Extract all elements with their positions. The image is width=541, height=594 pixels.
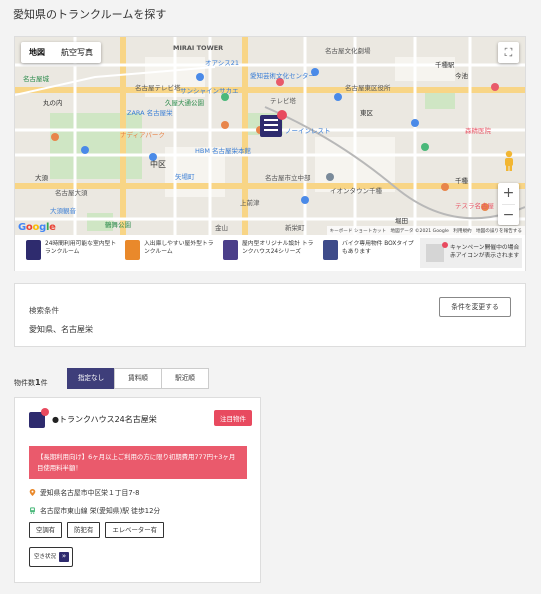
map-label: 名古屋テレビ塔 xyxy=(135,84,181,92)
listing-address: 愛知県名古屋市中区栄１丁目7-8 xyxy=(29,487,139,497)
trunkhouse-logo-icon xyxy=(29,408,49,428)
listing-station-text: 名古屋市東山線 栄(愛知県)駅 徒歩12分 xyxy=(40,507,161,515)
legend-item: 24時間利用可能な室内型トランクルーム xyxy=(26,240,119,260)
report-error-link[interactable]: 地図の誤りを報告する xyxy=(476,229,522,234)
map-label: 大須観音 xyxy=(50,207,76,215)
legend-campaign: キャンペーン開催中の場合 赤アイコンが表示されます xyxy=(420,238,522,268)
map-label: 名古屋東区役所 xyxy=(345,84,391,92)
map-label: ZARA 名古屋栄 xyxy=(127,109,173,117)
google-logo: Google xyxy=(18,222,56,233)
featured-badge: 注目物件 xyxy=(214,410,252,426)
legend-campaign-label: キャンペーン開催中の場合 赤アイコンが表示されます xyxy=(450,245,520,259)
map-label: 新栄町 xyxy=(285,224,305,232)
map-label: 森精医院 xyxy=(465,127,491,135)
map-label: 愛知芸術文化センター xyxy=(250,72,315,80)
sort-station-tab[interactable]: 駅近順 xyxy=(161,368,209,389)
change-conditions-button[interactable]: 条件を変更する xyxy=(439,297,511,317)
map-data-credit: 地図データ ©2021 Google xyxy=(390,229,449,234)
map-label: オアシス21 xyxy=(205,59,240,67)
map-label: 堀田 xyxy=(395,217,408,225)
listing-card[interactable]: ●トランクハウス24名古屋栄 注目物件 【長期利用向け】6ヶ月以上ご利用の方に限… xyxy=(14,397,261,583)
map-view[interactable]: MIRAI TOWER オアシス21 愛知芸術文化センター 名古屋文化劇場 名古… xyxy=(15,37,525,235)
fullscreen-button[interactable]: ⛶ xyxy=(498,42,519,63)
map-label: 鶴舞公園 xyxy=(105,221,131,229)
search-conditions-label: 検索条件 xyxy=(29,306,59,315)
search-conditions-card: 検索条件 愛知県、名古屋栄 条件を変更する xyxy=(14,283,526,347)
terms-link[interactable]: 利用規約 xyxy=(453,229,471,234)
page: 愛知県のトランクルームを探す MIRAI TOWER オアシス21 愛知芸術文化… xyxy=(0,0,541,594)
map-label: 上前津 xyxy=(240,199,260,207)
feature-tag: エレベーター有 xyxy=(105,522,165,538)
train-icon xyxy=(30,506,35,514)
map-label: ノーインレスト xyxy=(285,127,331,135)
vacancy-label: 空き状況 xyxy=(34,554,57,560)
map-label: 名古屋城 xyxy=(23,75,49,83)
feature-tag: 防犯有 xyxy=(67,522,101,538)
trunkhouse24-icon xyxy=(223,240,238,260)
map-label: 名古屋文化劇場 xyxy=(325,47,371,55)
map-label: HBM 名古屋栄本館 xyxy=(195,147,252,155)
legend-label: 屋内型オリジナル設計 トランクハウス24シリーズ xyxy=(242,241,314,255)
map-label: テレビ塔 xyxy=(270,97,296,105)
legend-label: 24時間利用可能な室内型トランクルーム xyxy=(45,241,117,255)
legend-item: 屋内型オリジナル設計 トランクハウス24シリーズ xyxy=(223,240,316,260)
keyboard-shortcuts-link[interactable]: キーボード ショートカット xyxy=(330,229,387,234)
sort-rent-tab[interactable]: 賃料順 xyxy=(114,368,162,389)
map-label: 千種駅 xyxy=(435,61,455,69)
listing-name[interactable]: ●トランクハウス24名古屋栄 xyxy=(52,414,157,425)
legend-item: 入出庫しやすい屋外型トランクルーム xyxy=(125,240,218,260)
chevron-down-icon: » xyxy=(59,552,69,562)
map-type-roadmap-button[interactable]: 地図 xyxy=(21,42,53,63)
map-attribution: キーボード ショートカット 地図データ ©2021 Google 利用規約 地図… xyxy=(326,226,525,235)
map-label: 矢場町 xyxy=(175,173,195,181)
feature-tag: 空調有 xyxy=(29,522,63,538)
search-conditions-value: 愛知県、名古屋栄 xyxy=(29,325,93,334)
page-title: 愛知県のトランクルームを探す xyxy=(13,8,167,21)
map-label: テスラ名古屋 xyxy=(455,202,494,210)
legend-label: 入出庫しやすい屋外型トランクルーム xyxy=(144,241,214,255)
result-count-prefix: 物件数 xyxy=(14,379,35,387)
map-label: 名古屋市立中部 xyxy=(265,174,311,182)
map-label: 丸の内 xyxy=(43,99,63,107)
location-pin-icon xyxy=(29,488,36,496)
map-label: 中区 xyxy=(150,160,166,169)
zoom-in-button[interactable]: + xyxy=(498,183,519,204)
result-count: 物件数1件 xyxy=(14,378,48,388)
bike-storage-icon xyxy=(323,240,338,260)
map-label: 金山 xyxy=(215,224,228,232)
map-label: イオンタウン千種 xyxy=(330,187,382,195)
pegman-icon[interactable] xyxy=(502,150,516,172)
map-card: MIRAI TOWER オアシス21 愛知芸術文化センター 名古屋文化劇場 名古… xyxy=(14,36,526,271)
result-count-suffix: 件 xyxy=(40,379,48,387)
zoom-control: + − xyxy=(498,183,519,225)
map-label: ナディアパーク xyxy=(120,131,165,139)
legend-item: バイク専用物件 BOXタイプもあります xyxy=(323,240,416,260)
map-label: MIRAI TOWER xyxy=(173,44,224,52)
map-type-control: 地図 航空写真 xyxy=(21,42,101,63)
promo-banner: 【長期利用向け】6ヶ月以上ご利用の方に限り初期費用777円+3ヶ月目使用料半額！ xyxy=(29,446,247,479)
sort-tabs: 指定なし 賃料順 駅近順 xyxy=(67,368,209,389)
indoor-storage-icon xyxy=(26,240,41,260)
map-label: サンシャインサカエ xyxy=(180,87,239,95)
zoom-out-button[interactable]: − xyxy=(498,205,519,226)
map-label: 久屋大通公園 xyxy=(165,99,204,107)
map-label: 東区 xyxy=(360,109,373,117)
campaign-dot-icon xyxy=(442,242,448,248)
map-legend: 24時間利用可能な室内型トランクルーム 入出庫しやすい屋外型トランクルーム 屋内… xyxy=(15,235,525,271)
map-label: 名古屋大須 xyxy=(55,189,88,197)
listing-address-text: 愛知県名古屋市中区栄１丁目7-8 xyxy=(40,489,140,497)
map-type-satellite-button[interactable]: 航空写真 xyxy=(53,42,101,63)
campaign-marker-icon xyxy=(426,244,444,262)
fullscreen-icon: ⛶ xyxy=(504,45,513,59)
legend-label: バイク専用物件 BOXタイプもあります xyxy=(342,241,414,255)
listing-station: 名古屋市東山線 栄(愛知県)駅 徒歩12分 xyxy=(29,505,160,515)
map-label: 大須 xyxy=(35,174,48,182)
outdoor-storage-icon xyxy=(125,240,140,260)
feature-tags: 空調有 防犯有 エレベーター有 xyxy=(29,522,169,538)
vacancy-toggle-button[interactable]: 空き状況 » xyxy=(29,547,73,567)
sort-default-tab[interactable]: 指定なし xyxy=(67,368,115,389)
map-label: 千種 xyxy=(455,177,468,185)
map-label: 今池 xyxy=(455,72,468,80)
